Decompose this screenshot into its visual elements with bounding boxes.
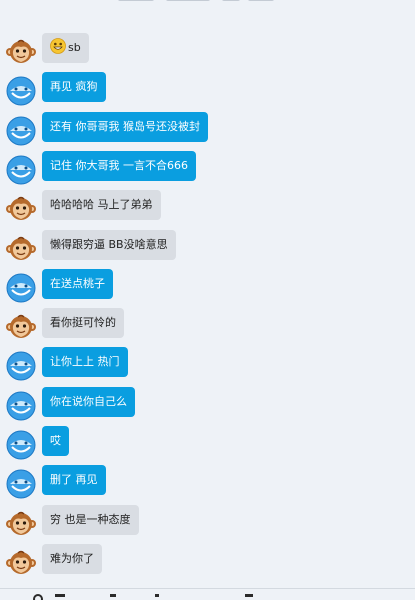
message-bubble[interactable]: sb [42, 33, 89, 63]
message-text: 在送点桃子 [50, 276, 105, 290]
message-bubble[interactable]: 记住 你大哥我 一言不合666 [42, 150, 196, 181]
message-text: 还有 你哥哥我 猴岛号还没被封 [50, 119, 200, 133]
monkey-avatar[interactable] [6, 548, 36, 578]
message-text: 难为你了 [50, 551, 94, 565]
message-text: 哎 [50, 434, 61, 447]
message-text: 删了 再见 [50, 473, 98, 487]
message-bubble[interactable]: 还有 你哥哥我 猴岛号还没被封 [42, 111, 208, 142]
message-bubble[interactable]: 哈哈哈哈 马上了弟弟 [42, 190, 161, 221]
blue-avatar[interactable] [6, 116, 36, 146]
grinning-emoji-icon [50, 38, 68, 54]
file-icon[interactable] [155, 594, 159, 597]
message-text: 看你挺可怜的 [50, 316, 116, 330]
message-text: 穷 也是一种态度 [50, 512, 131, 526]
scissors-icon[interactable] [110, 594, 116, 597]
message-text: 再见 疯狗 [50, 80, 98, 94]
monkey-avatar[interactable] [6, 509, 36, 539]
monkey-avatar[interactable] [6, 234, 36, 264]
image-icon[interactable] [55, 594, 65, 597]
blue-avatar[interactable] [6, 469, 36, 499]
monkey-avatar[interactable] [6, 312, 36, 342]
blue-avatar[interactable] [6, 273, 36, 303]
message-bubble[interactable]: 穷 也是一种态度 [42, 504, 139, 535]
message-text: 懒得跟穷逼 BB没啥意思 [50, 237, 168, 251]
blue-avatar[interactable] [6, 430, 36, 460]
monkey-avatar[interactable] [6, 37, 36, 67]
more-icon[interactable] [245, 594, 253, 597]
message-text: 让你上上 热门 [50, 355, 120, 369]
blue-avatar[interactable] [6, 155, 36, 185]
blue-avatar[interactable] [6, 351, 36, 381]
message-bubble[interactable]: 看你挺可怜的 [42, 308, 124, 339]
message-bubble[interactable]: 让你上上 热门 [42, 347, 128, 378]
blue-avatar[interactable] [6, 391, 36, 421]
message-bubble[interactable]: 难为你了 [42, 543, 102, 574]
message-bubble[interactable]: 再见 疯狗 [42, 72, 106, 103]
message-bubble[interactable]: 哎 [42, 426, 69, 456]
input-toolbar [0, 592, 415, 600]
message-text: 你在说你自己么 [50, 394, 127, 408]
message-bubble[interactable]: 在送点桃子 [42, 268, 113, 299]
message-text: 哈哈哈哈 马上了弟弟 [50, 198, 153, 212]
message-text: 记住 你大哥我 一言不合666 [50, 158, 188, 172]
monkey-avatar[interactable] [6, 194, 36, 224]
message-bubble[interactable]: 懒得跟穷逼 BB没啥意思 [42, 229, 176, 260]
input-divider [0, 588, 415, 589]
message-text: sb [68, 41, 81, 54]
blue-avatar[interactable] [6, 76, 36, 106]
emoji-icon[interactable] [33, 594, 43, 600]
message-bubble[interactable]: 你在说你自己么 [42, 386, 135, 417]
chat-message-list[interactable]: sb 再见 疯狗 还有 你哥哥我 猴岛号还没被封 记住 你大哥我 一言不合666… [0, 0, 415, 600]
message-bubble[interactable]: 删了 再见 [42, 465, 106, 496]
